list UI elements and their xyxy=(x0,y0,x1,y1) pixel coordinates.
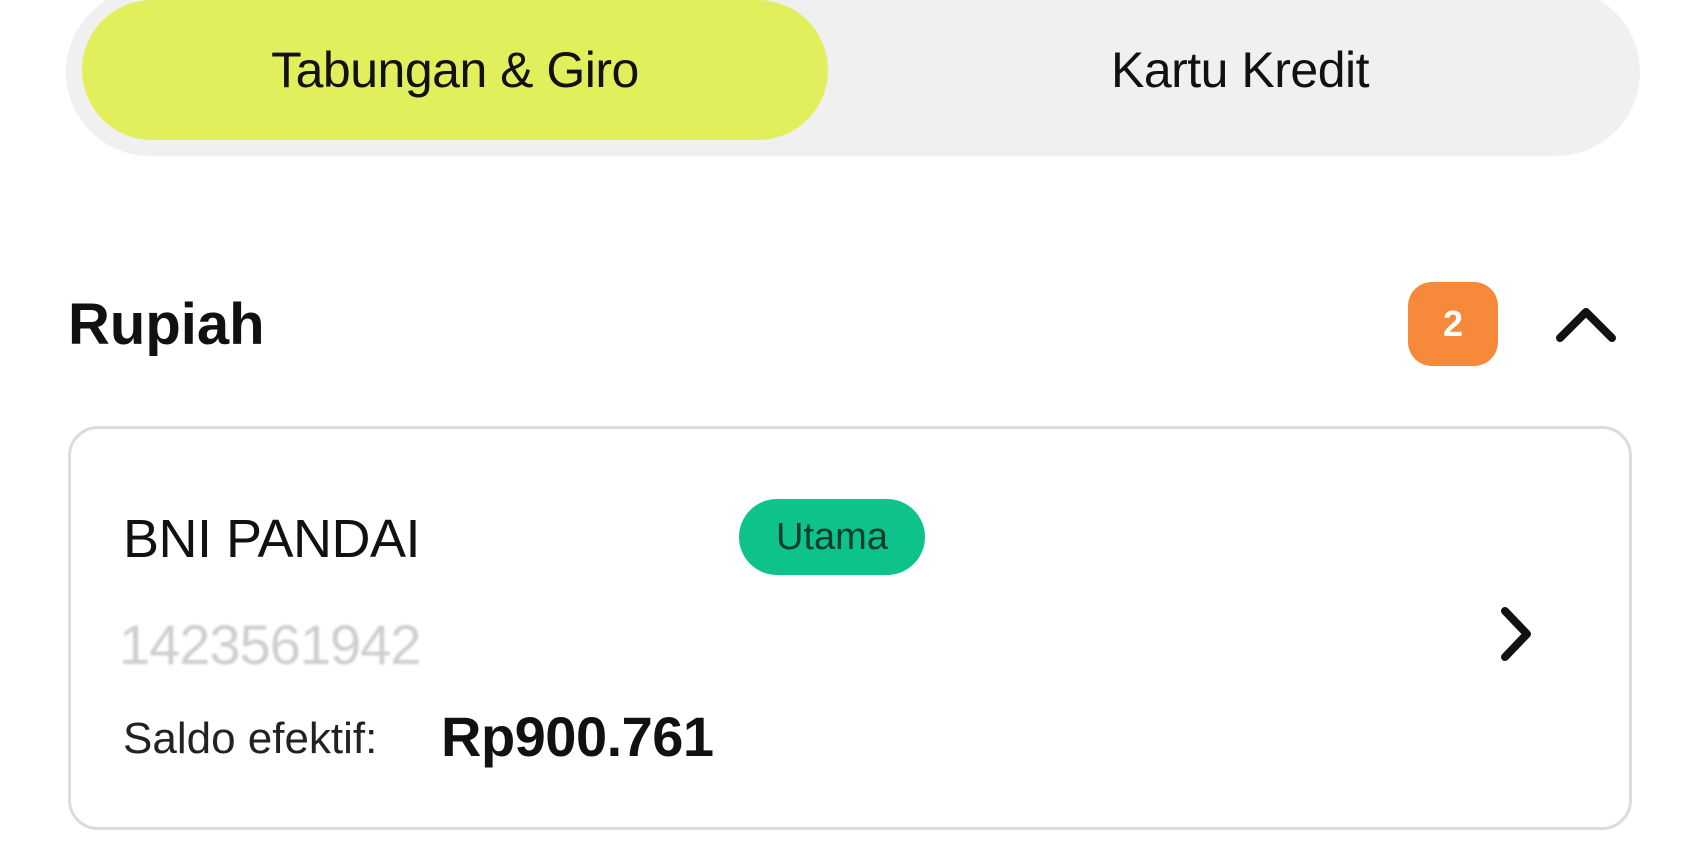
balance-label: Saldo efektif: xyxy=(123,714,378,763)
account-card[interactable]: BNI PANDAI Utama 1423561942 Saldo efekti… xyxy=(68,426,1632,830)
chevron-right-icon xyxy=(1501,607,1531,661)
tab-kartu-kredit[interactable]: Kartu Kredit xyxy=(856,0,1624,140)
balance-value: Rp900.761 xyxy=(441,705,714,768)
primary-account-badge: Utama xyxy=(739,499,925,575)
open-account-button[interactable] xyxy=(1491,599,1541,669)
chevron-up-icon xyxy=(1556,308,1616,342)
tab-tabungan-giro[interactable]: Tabungan & Giro xyxy=(82,0,828,140)
account-name: BNI PANDAI xyxy=(123,509,421,569)
account-type-tabs: Tabungan & Giro Kartu Kredit xyxy=(66,0,1640,156)
account-number: 1423561942 xyxy=(119,613,421,676)
account-count-badge: 2 xyxy=(1408,282,1498,366)
collapse-section-button[interactable] xyxy=(1550,294,1622,354)
section-title-rupiah: Rupiah xyxy=(68,292,265,357)
